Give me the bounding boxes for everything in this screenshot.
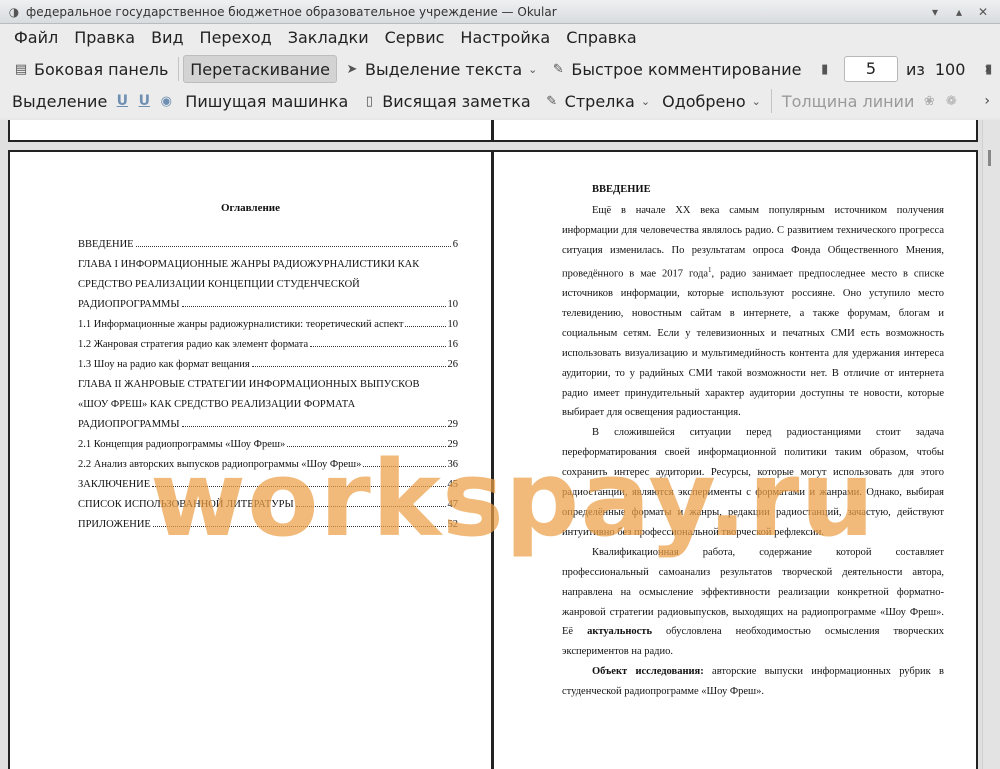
menu-bookmarks[interactable]: Закладки <box>280 25 377 51</box>
sidebar-icon: ▤ <box>14 61 28 77</box>
arrow-label: Стрелка <box>564 91 635 111</box>
main-toolbar: ▤ Боковая панель Перетаскивание ➤ Выделе… <box>0 52 1000 86</box>
approved-label: Одобрено <box>662 91 746 111</box>
page-number-input[interactable]: 5 <box>844 56 898 82</box>
note-icon: ▯ <box>365 93 373 109</box>
toc-entry[interactable]: ВВЕДЕНИЕ 6 <box>78 239 458 259</box>
pen-icon: ✎ <box>552 61 564 77</box>
previous-page-right <box>492 120 978 142</box>
menu-file[interactable]: Файл <box>6 25 66 51</box>
line-width-tool[interactable]: Толщина линии <box>776 87 921 115</box>
toc-heading: Оглавление <box>220 202 281 214</box>
toc-entry[interactable]: СПИСОК ИСПОЛЬЗОВАННОЙ ЛИТЕРАТУРЫ 47 <box>78 499 458 519</box>
page-of-label: из <box>905 59 925 79</box>
underline-icon[interactable]: U <box>113 92 131 110</box>
toc-entry[interactable]: 1.1 Информационные жанры радиожурналисти… <box>78 319 458 339</box>
approved-stamp-tool[interactable]: Одобрено ⌄ <box>656 87 767 115</box>
sidebar-button[interactable]: ▤ Боковая панель <box>6 55 174 83</box>
quick-comment-button[interactable]: ✎ Быстрое комментирование <box>543 55 807 83</box>
toolbar-separator <box>770 89 772 113</box>
okular-window: ◑ федеральное государственное бюджетное … <box>0 0 1000 769</box>
drag-mode-label: Перетаскивание <box>190 59 330 79</box>
menu-help[interactable]: Справка <box>558 25 645 51</box>
arrow-pen-icon: ✎ <box>546 93 558 109</box>
section-heading: ВВЕДЕНИЕ <box>592 184 651 195</box>
toc-entry[interactable]: РАДИОПРОГРАММЫ 10 <box>78 299 458 319</box>
toc-entry[interactable]: 1.2 Жанровая стратегия радио как элемент… <box>78 339 458 359</box>
paragraph: Ещё в начале XX века самым популярным ис… <box>562 204 944 419</box>
selection-tool[interactable]: Выделение <box>6 87 113 115</box>
toc-entry[interactable]: 2.2 Анализ авторских выпусков радиопрогр… <box>78 459 458 479</box>
chevron-down-icon[interactable]: ⌄ <box>641 95 650 108</box>
minimize-icon[interactable]: ▾ <box>928 5 942 19</box>
squiggly-icon[interactable]: U <box>135 92 153 110</box>
typewriter-tool[interactable]: Пишущая машинка <box>179 87 354 115</box>
title-bar: ◑ федеральное государственное бюджетное … <box>0 0 1000 24</box>
paragraph: Объект исследования: авторские выпуски и… <box>562 666 944 698</box>
toc-entry[interactable]: ГЛАВА II ЖАНРОВЫЕ СТРАТЕГИИ ИНФОРМАЦИОНН… <box>78 379 458 399</box>
toolbar-overflow-icon[interactable]: › <box>984 93 990 109</box>
close-icon[interactable]: ✕ <box>976 5 990 19</box>
text-selection-button[interactable]: ➤ Выделение текста ⌄ <box>337 55 543 83</box>
toc-entry[interactable]: «ШОУ ФРЕШ» КАК СРЕДСТВО РЕАЛИЗАЦИИ ФОРМА… <box>78 399 458 419</box>
typewriter-label: Пишущая машинка <box>185 91 349 111</box>
page-left: Оглавление ВВЕДЕНИЕ 6 ГЛАВА I ИНФОРМАЦИОН… <box>8 150 493 769</box>
menu-bar: Файл Правка Вид Переход Закладки Сервис … <box>0 24 1000 52</box>
drag-mode-button[interactable]: Перетаскивание <box>183 55 337 83</box>
table-of-contents: ВВЕДЕНИЕ 6 ГЛАВА I ИНФОРМАЦИОННЫЕ ЖАНРЫ Р… <box>78 239 458 539</box>
previous-pages-row <box>8 120 978 142</box>
annotation-toolbar: Выделение U U ◉ Пишущая машинка ▯ Висяща… <box>0 84 1000 118</box>
sticky-note-label: Висящая заметка <box>382 91 531 111</box>
toc-entry[interactable]: ГЛАВА I ИНФОРМАЦИОННЫЕ ЖАНРЫ РАДИОЖУРНАЛ… <box>78 259 458 279</box>
toc-entry[interactable]: РАДИОПРОГРАММЫ 29 <box>78 419 458 439</box>
paragraph: В сложившейся ситуации перед радиостанци… <box>562 427 944 538</box>
chevron-down-icon[interactable]: ⌄ <box>528 63 537 76</box>
cursor-icon: ➤ <box>346 61 358 77</box>
menu-edit[interactable]: Правка <box>66 25 143 51</box>
okular-app-icon: ◑ <box>8 4 20 19</box>
previous-page-left <box>8 120 493 142</box>
toolbar-overflow-icon[interactable]: › <box>984 61 990 77</box>
arrow-tool[interactable]: ✎ Стрелка ⌄ <box>537 87 656 115</box>
sticky-note-tool[interactable]: ▯ Висящая заметка <box>354 87 536 115</box>
menu-tools[interactable]: Сервис <box>377 25 453 51</box>
toc-entry[interactable]: 2.1 Концепция радиопрограммы «Шоу Фреш» 2… <box>78 439 458 459</box>
vertical-scrollbar[interactable] <box>982 120 1000 769</box>
sidebar-label: Боковая панель <box>34 59 169 79</box>
page-total-label: 100 <box>934 59 966 79</box>
opacity-icon[interactable]: ❁ <box>942 92 960 110</box>
toc-entry[interactable]: ЗАКЛЮЧЕНИЕ 45 <box>78 479 458 499</box>
scrollbar-thumb[interactable] <box>988 150 991 166</box>
document-viewport[interactable]: Оглавление ВВЕДЕНИЕ 6 ГЛАВА I ИНФОРМАЦИОН… <box>0 120 1000 769</box>
toc-entry[interactable]: ПРИЛОЖЕНИЕ 52 <box>78 519 458 539</box>
toolbar-separator <box>178 57 180 81</box>
quick-comment-label: Быстрое комментирование <box>571 59 802 79</box>
menu-settings[interactable]: Настройка <box>452 25 558 51</box>
page-right: ВВЕДЕНИЕ Ещё в начале XX века самым попу… <box>492 150 978 769</box>
maximize-icon[interactable]: ▴ <box>952 5 966 19</box>
window-title: федеральное государственное бюджетное об… <box>26 4 557 19</box>
selection-label: Выделение <box>12 91 108 111</box>
previous-page-icon[interactable]: ▮ <box>817 60 832 78</box>
introduction-text: ВВЕДЕНИЕ Ещё в начале XX века самым попу… <box>562 180 944 702</box>
toc-entry[interactable]: СРЕДСТВО РЕАЛИЗАЦИИ КОНЦЕПЦИИ СТУДЕНЧЕСК… <box>78 279 458 299</box>
chevron-down-icon[interactable]: ⌄ <box>752 95 761 108</box>
stamp-icon[interactable]: ◉ <box>157 92 175 110</box>
paragraph: Квалификационная работа, содержание кото… <box>562 546 944 658</box>
text-selection-label: Выделение текста <box>365 59 523 79</box>
menu-view[interactable]: Вид <box>143 25 191 51</box>
menu-go[interactable]: Переход <box>192 25 280 51</box>
line-width-label: Толщина линии <box>781 91 915 111</box>
toc-entry[interactable]: 1.3 Шоу на радио как формат вещания 26 <box>78 359 458 379</box>
color-icon[interactable]: ❀ <box>920 92 938 110</box>
